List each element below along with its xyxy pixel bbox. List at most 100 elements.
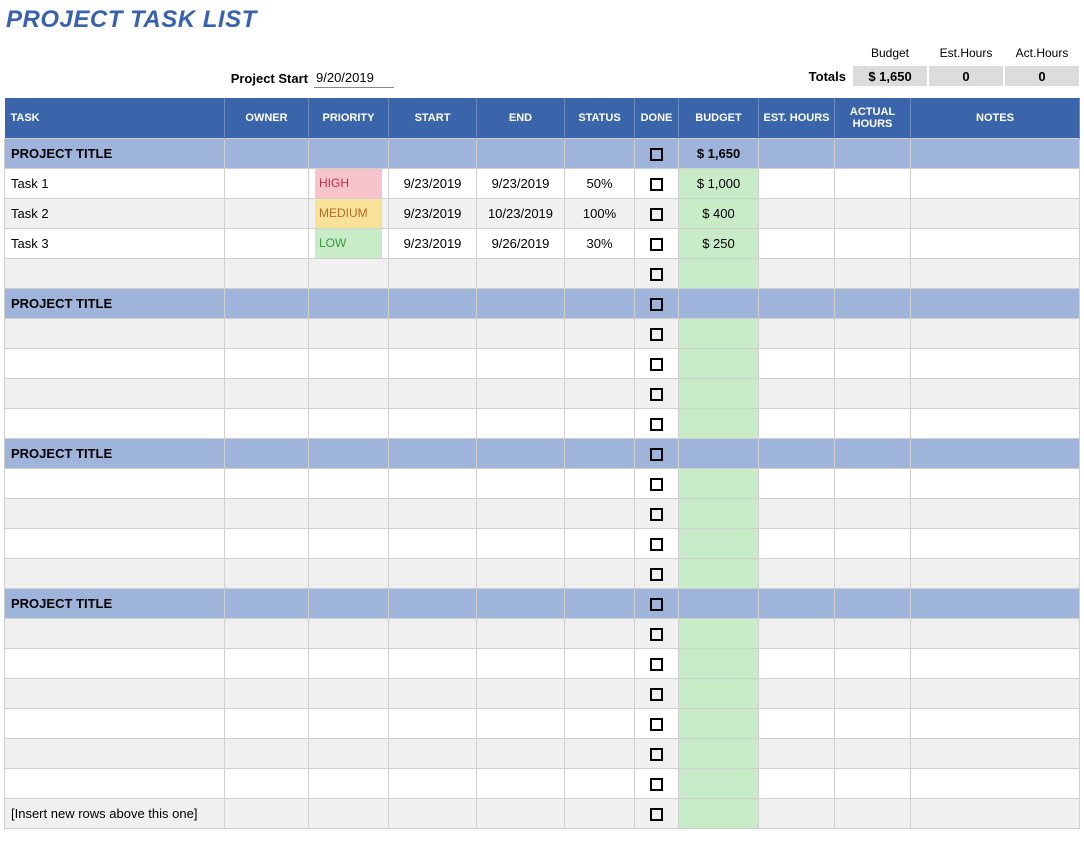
col-owner[interactable]: OWNER xyxy=(225,98,309,139)
cell-start[interactable] xyxy=(389,769,477,799)
cell-done[interactable] xyxy=(635,259,679,289)
cell-end[interactable] xyxy=(477,529,565,559)
cell-task[interactable] xyxy=(5,319,225,349)
cell-status[interactable] xyxy=(565,649,635,679)
cell-budget[interactable] xyxy=(679,319,759,349)
cell-budget[interactable] xyxy=(679,469,759,499)
cell-priority[interactable] xyxy=(309,409,389,439)
cell-budget[interactable] xyxy=(679,259,759,289)
cell-empty[interactable] xyxy=(309,799,389,829)
cell-status[interactable] xyxy=(565,769,635,799)
cell-notes[interactable] xyxy=(911,499,1080,529)
cell-priority[interactable] xyxy=(309,469,389,499)
col-acthours[interactable]: ACTUAL HOURS xyxy=(835,98,911,139)
cell-priority[interactable] xyxy=(309,349,389,379)
cell-status[interactable] xyxy=(565,709,635,739)
cell-notes[interactable] xyxy=(911,439,1080,469)
cell-task[interactable] xyxy=(5,469,225,499)
cell-owner[interactable] xyxy=(225,349,309,379)
checkbox-icon[interactable] xyxy=(650,418,663,431)
cell-task[interactable]: PROJECT TITLE xyxy=(5,589,225,619)
cell-owner[interactable] xyxy=(225,619,309,649)
cell-done[interactable] xyxy=(635,379,679,409)
cell-end[interactable] xyxy=(477,709,565,739)
cell-notes[interactable] xyxy=(911,469,1080,499)
cell-start[interactable] xyxy=(389,559,477,589)
cell-notes[interactable] xyxy=(911,139,1080,169)
cell-notes[interactable] xyxy=(911,259,1080,289)
cell-priority[interactable] xyxy=(309,289,389,319)
col-end[interactable]: END xyxy=(477,98,565,139)
cell-priority[interactable] xyxy=(309,619,389,649)
cell-esthours[interactable] xyxy=(759,739,835,769)
cell-done[interactable] xyxy=(635,439,679,469)
cell-owner[interactable] xyxy=(225,289,309,319)
cell-esthours[interactable] xyxy=(759,649,835,679)
checkbox-icon[interactable] xyxy=(650,358,663,371)
checkbox-icon[interactable] xyxy=(650,478,663,491)
cell-end[interactable] xyxy=(477,319,565,349)
cell-status[interactable] xyxy=(565,439,635,469)
checkbox-icon[interactable] xyxy=(650,688,663,701)
cell-notes[interactable] xyxy=(911,679,1080,709)
cell-done[interactable] xyxy=(635,229,679,259)
col-notes[interactable]: NOTES xyxy=(911,98,1080,139)
cell-start[interactable] xyxy=(389,469,477,499)
footer-text[interactable]: [Insert new rows above this one] xyxy=(5,799,225,829)
cell-budget[interactable] xyxy=(679,499,759,529)
cell-start[interactable] xyxy=(389,709,477,739)
cell-budget[interactable] xyxy=(679,769,759,799)
cell-budget[interactable] xyxy=(679,529,759,559)
cell-empty[interactable] xyxy=(565,799,635,829)
cell-start[interactable] xyxy=(389,259,477,289)
cell-notes[interactable] xyxy=(911,559,1080,589)
cell-esthours[interactable] xyxy=(759,169,835,199)
cell-acthours[interactable] xyxy=(835,439,911,469)
cell-end[interactable]: 9/23/2019 xyxy=(477,169,565,199)
cell-start[interactable] xyxy=(389,439,477,469)
cell-end[interactable] xyxy=(477,409,565,439)
cell-end[interactable] xyxy=(477,349,565,379)
cell-esthours[interactable] xyxy=(759,619,835,649)
cell-task[interactable] xyxy=(5,739,225,769)
cell-esthours[interactable] xyxy=(759,439,835,469)
cell-task[interactable] xyxy=(5,769,225,799)
cell-acthours[interactable] xyxy=(835,409,911,439)
checkbox-icon[interactable] xyxy=(650,598,663,611)
cell-end[interactable] xyxy=(477,619,565,649)
cell-owner[interactable] xyxy=(225,559,309,589)
cell-done[interactable] xyxy=(635,589,679,619)
cell-start[interactable] xyxy=(389,529,477,559)
cell-task[interactable] xyxy=(5,709,225,739)
cell-task[interactable] xyxy=(5,619,225,649)
cell-end[interactable] xyxy=(477,589,565,619)
cell-task[interactable] xyxy=(5,259,225,289)
cell-priority[interactable] xyxy=(309,739,389,769)
cell-acthours[interactable] xyxy=(835,469,911,499)
col-esthours[interactable]: EST. HOURS xyxy=(759,98,835,139)
cell-notes[interactable] xyxy=(911,319,1080,349)
cell-owner[interactable] xyxy=(225,199,309,229)
cell-priority[interactable] xyxy=(309,589,389,619)
cell-acthours[interactable] xyxy=(835,349,911,379)
cell-acthours[interactable] xyxy=(835,139,911,169)
cell-budget[interactable] xyxy=(679,679,759,709)
cell-notes[interactable] xyxy=(911,619,1080,649)
cell-end[interactable] xyxy=(477,259,565,289)
cell-status[interactable] xyxy=(565,259,635,289)
cell-acthours[interactable] xyxy=(835,379,911,409)
cell-status[interactable] xyxy=(565,619,635,649)
cell-acthours[interactable] xyxy=(835,589,911,619)
cell-esthours[interactable] xyxy=(759,409,835,439)
cell-budget[interactable] xyxy=(679,409,759,439)
cell-start[interactable] xyxy=(389,349,477,379)
cell-budget[interactable] xyxy=(679,649,759,679)
cell-notes[interactable] xyxy=(911,169,1080,199)
cell-budget[interactable] xyxy=(679,349,759,379)
cell-priority[interactable] xyxy=(309,649,389,679)
cell-budget[interactable] xyxy=(679,709,759,739)
cell-budget[interactable] xyxy=(679,589,759,619)
cell-start[interactable] xyxy=(389,289,477,319)
cell-status[interactable] xyxy=(565,529,635,559)
cell-esthours[interactable] xyxy=(759,679,835,709)
